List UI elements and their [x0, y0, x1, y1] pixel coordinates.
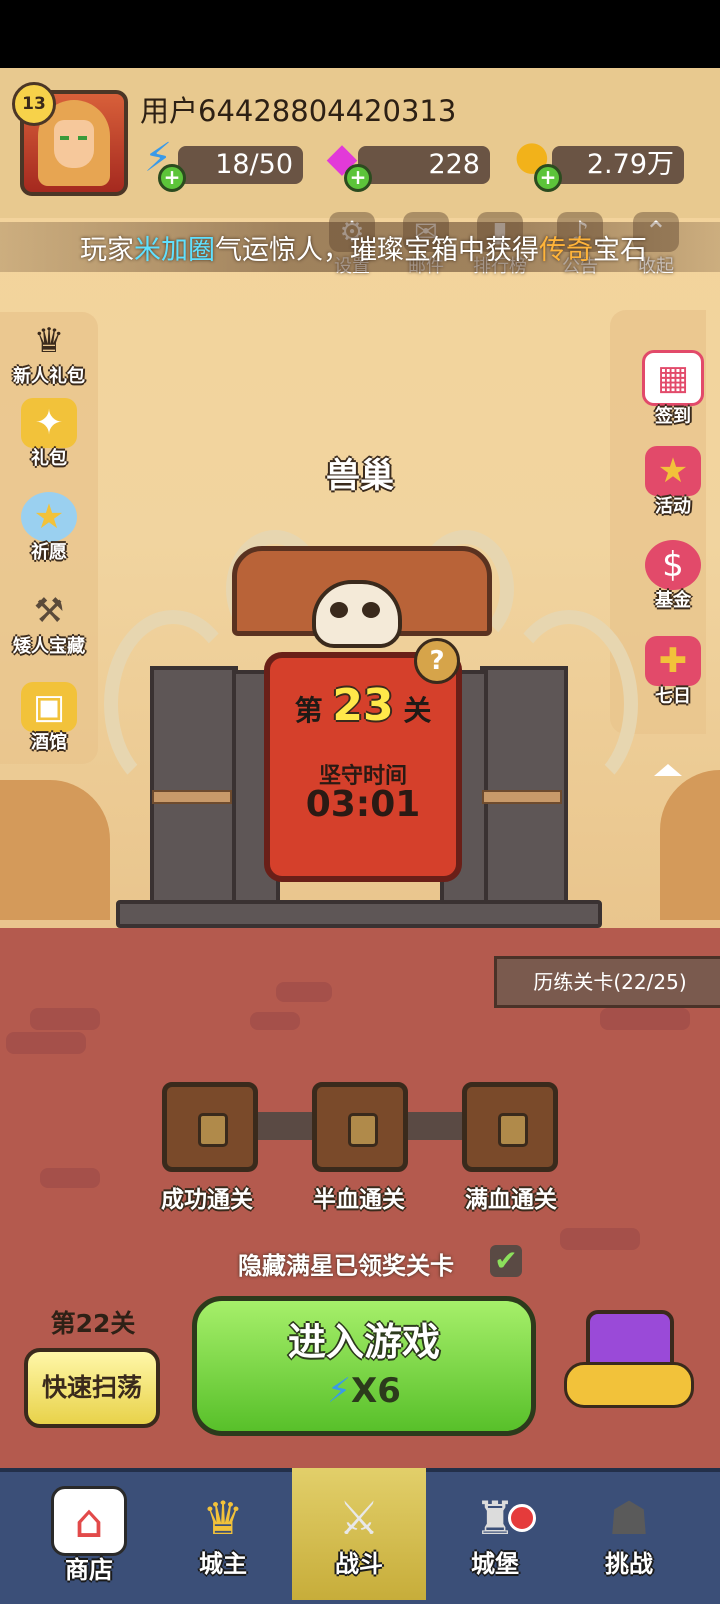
stage-number: 第 23 关 — [294, 680, 432, 731]
fund-button[interactable]: $ 基金 — [625, 540, 720, 612]
seven-day-icon: ✚ — [645, 636, 701, 686]
chest-half-hp[interactable] — [312, 1082, 408, 1172]
help-icon[interactable]: ? — [414, 638, 460, 684]
swords-icon: ⚔ — [338, 1491, 380, 1545]
enter-game-label: 进入游戏 — [287, 1320, 440, 1364]
treasure-chest-button[interactable] — [564, 1310, 694, 1420]
lightning-icon: ⚡ — [327, 1371, 351, 1411]
wish-button[interactable]: ★ 祈愿 — [1, 492, 97, 564]
last-cleared-stage: 第22关 — [50, 1309, 136, 1338]
gold-counter: 2.79万 — [552, 146, 684, 184]
hide-completed-label: 隐藏满星已领奖关卡 — [238, 1252, 454, 1280]
scroll-up-arrow-right[interactable] — [654, 764, 682, 776]
fund-icon: $ — [645, 540, 701, 590]
gems-counter: 228 — [358, 146, 490, 184]
nav-challenge[interactable]: ☗ 挑战 — [562, 1468, 696, 1600]
tavern-icon: ▣ — [21, 682, 77, 732]
location-title: 兽巢 — [326, 456, 394, 496]
hide-completed-checkbox[interactable]: ✔ — [490, 1245, 522, 1277]
checkmark-icon: ✔ — [494, 1244, 518, 1277]
rope-right — [482, 790, 562, 804]
dwarf-treasure-button[interactable]: ⚒ 矮人宝藏 — [1, 586, 97, 658]
chest-label: 成功通关 — [161, 1187, 253, 1213]
newbie-pack-icon: ♛ — [33, 321, 65, 361]
nav-shop[interactable]: ⌂ 商店 — [22, 1468, 156, 1600]
gold-value: 2.79万 — [586, 149, 674, 180]
pillar-left — [150, 666, 238, 908]
add-gems-button[interactable]: + — [344, 164, 372, 192]
gift-button[interactable]: ✦ 礼包 — [1, 398, 97, 470]
rope-left — [152, 790, 232, 804]
dwarf-treasure-icon: ⚒ — [33, 591, 65, 631]
trial-progress-banner[interactable]: 历练关卡(22/25) — [494, 956, 720, 1008]
level-badge: 13 — [12, 82, 56, 126]
event-icon: ★ — [645, 446, 701, 496]
seven-day-button[interactable]: ✚ 七日 — [625, 636, 720, 708]
wish-icon: ★ — [21, 492, 77, 542]
chest-label: 满血通关 — [465, 1187, 557, 1213]
tavern-button[interactable]: ▣ 酒馆 — [1, 682, 97, 754]
energy-counter: 18/50 — [178, 146, 303, 184]
lair-base — [116, 900, 602, 928]
calendar-icon: ▦ — [642, 350, 704, 406]
checkin-button[interactable]: ▦ 签到 — [625, 350, 720, 428]
demon-icon: ☗ — [608, 1491, 650, 1545]
username: 用户64428804420313 — [140, 94, 457, 128]
cliff-left — [0, 780, 110, 920]
nav-castle[interactable]: ♜ 城堡 — [428, 1468, 562, 1600]
gift-icon: ✦ — [21, 398, 77, 448]
crown-icon: ♛ — [202, 1491, 244, 1545]
hold-time-value: 03:01 — [305, 784, 421, 825]
gold-coins-icon — [564, 1362, 694, 1408]
energy-value: 18/50 — [215, 149, 293, 180]
pillar-right — [480, 666, 568, 908]
quick-sweep-button[interactable]: 快速扫荡 — [24, 1348, 160, 1428]
energy-cost: ⚡X6 — [197, 1371, 531, 1411]
skull-icon — [312, 580, 402, 648]
add-gold-button[interactable]: + — [534, 164, 562, 192]
chest-success[interactable] — [162, 1082, 258, 1172]
stage-number-value: 23 — [332, 680, 394, 731]
chest-label: 半血通关 — [313, 1187, 405, 1213]
chest-full-hp[interactable] — [462, 1082, 558, 1172]
notification-dot — [508, 1504, 536, 1532]
lock-icon — [498, 1113, 528, 1147]
shop-icon: ⌂ — [51, 1486, 127, 1556]
energy-cost-value: X6 — [351, 1371, 401, 1411]
newbie-pack-button[interactable]: ♛ 新人礼包 — [1, 316, 97, 388]
lock-icon — [198, 1113, 228, 1147]
add-energy-button[interactable]: + — [158, 164, 186, 192]
nav-lord[interactable]: ♛ 城主 — [156, 1468, 290, 1600]
announcement-text: 玩家米加圈气运惊人，璀璨宝箱中获得传奇宝石 — [80, 235, 647, 266]
nav-battle[interactable]: ⚔ 战斗 — [292, 1468, 426, 1600]
gems-value: 228 — [428, 149, 480, 180]
lock-icon — [348, 1113, 378, 1147]
enter-game-button[interactable]: 进入游戏 ⚡X6 — [192, 1296, 536, 1436]
event-button[interactable]: ★ 活动 — [625, 446, 720, 518]
